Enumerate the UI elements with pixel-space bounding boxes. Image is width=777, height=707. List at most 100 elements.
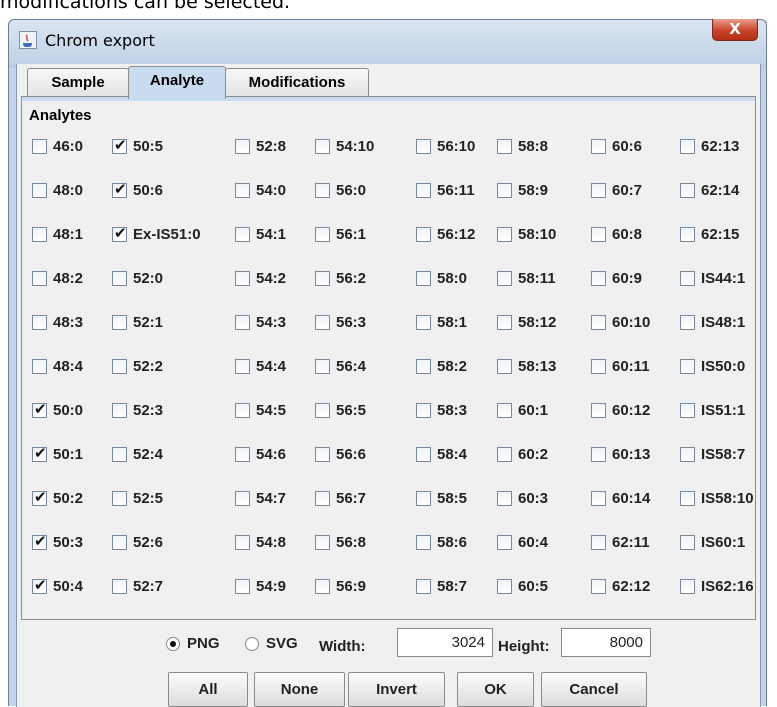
checkbox-indicator[interactable] xyxy=(235,358,250,374)
checkbox-indicator[interactable] xyxy=(497,358,512,374)
checkbox-indicator[interactable] xyxy=(112,224,127,242)
checkbox-indicator[interactable] xyxy=(416,270,431,286)
analyte-checkbox[interactable]: 62:13 xyxy=(680,134,739,158)
checkbox-indicator[interactable] xyxy=(497,446,512,462)
tab-analyte[interactable]: Analyte xyxy=(128,66,226,99)
analyte-checkbox[interactable]: 58:2 xyxy=(416,354,467,378)
analyte-checkbox[interactable]: 58:12 xyxy=(497,310,556,334)
checkbox-indicator[interactable] xyxy=(112,578,127,594)
checkbox-indicator[interactable] xyxy=(416,534,431,550)
analyte-checkbox[interactable]: 60:3 xyxy=(497,486,548,510)
close-icon[interactable]: X xyxy=(712,19,758,41)
analyte-checkbox[interactable]: 58:7 xyxy=(416,574,467,598)
checkbox-indicator[interactable] xyxy=(680,314,695,330)
analyte-checkbox[interactable]: 48:4 xyxy=(32,354,83,378)
checkbox-indicator[interactable] xyxy=(315,314,330,330)
checkbox-indicator[interactable] xyxy=(497,182,512,198)
height-input[interactable]: 8000 xyxy=(561,628,651,657)
checkbox-indicator[interactable] xyxy=(416,402,431,418)
analyte-checkbox[interactable]: 56:0 xyxy=(315,178,366,202)
analyte-checkbox[interactable]: 52:8 xyxy=(235,134,286,158)
checkbox-indicator[interactable] xyxy=(32,488,47,506)
all-button[interactable]: All xyxy=(168,672,248,707)
checkbox-indicator[interactable] xyxy=(591,534,606,550)
analyte-checkbox[interactable]: 58:1 xyxy=(416,310,467,334)
checkbox-indicator[interactable] xyxy=(416,138,431,154)
analyte-checkbox[interactable]: 50:5 xyxy=(112,134,163,158)
invert-button[interactable]: Invert xyxy=(348,672,445,707)
analyte-checkbox[interactable]: 54:2 xyxy=(235,266,286,290)
analyte-checkbox[interactable]: IS60:1 xyxy=(680,530,745,554)
analyte-checkbox[interactable]: 58:6 xyxy=(416,530,467,554)
analyte-checkbox[interactable]: 60:11 xyxy=(591,354,650,378)
png-radio-indicator[interactable] xyxy=(166,636,180,651)
checkbox-indicator[interactable] xyxy=(32,226,47,242)
analyte-checkbox[interactable]: 50:3 xyxy=(32,530,83,554)
analyte-checkbox[interactable]: 48:2 xyxy=(32,266,83,290)
checkbox-indicator[interactable] xyxy=(497,270,512,286)
analyte-checkbox[interactable]: 56:5 xyxy=(315,398,366,422)
checkbox-indicator[interactable] xyxy=(112,402,127,418)
checkbox-indicator[interactable] xyxy=(416,490,431,506)
checkbox-indicator[interactable] xyxy=(315,358,330,374)
analyte-checkbox[interactable]: 58:3 xyxy=(416,398,467,422)
analyte-checkbox[interactable]: 46:0 xyxy=(32,134,83,158)
analyte-checkbox[interactable]: 52:1 xyxy=(112,310,163,334)
tab-modifications[interactable]: Modifications xyxy=(225,68,369,98)
analyte-checkbox[interactable]: 60:12 xyxy=(591,398,650,422)
analyte-checkbox[interactable]: 50:4 xyxy=(32,574,83,598)
checkbox-indicator[interactable] xyxy=(497,578,512,594)
analyte-checkbox[interactable]: 54:6 xyxy=(235,442,286,466)
title-bar[interactable]: Chrom export X xyxy=(9,19,766,64)
analyte-checkbox[interactable]: 58:0 xyxy=(416,266,467,290)
analyte-checkbox[interactable]: 56:10 xyxy=(416,134,475,158)
checkbox-indicator[interactable] xyxy=(680,446,695,462)
analyte-checkbox[interactable]: 48:0 xyxy=(32,178,83,202)
analyte-checkbox[interactable]: 58:11 xyxy=(497,266,556,290)
analyte-checkbox[interactable]: 60:10 xyxy=(591,310,650,334)
analyte-checkbox[interactable]: 54:9 xyxy=(235,574,286,598)
analyte-checkbox[interactable]: 50:1 xyxy=(32,442,83,466)
checkbox-indicator[interactable] xyxy=(416,182,431,198)
cancel-button[interactable]: Cancel xyxy=(541,672,647,707)
analyte-checkbox[interactable]: 56:11 xyxy=(416,178,475,202)
analyte-checkbox[interactable]: 60:4 xyxy=(497,530,548,554)
checkbox-indicator[interactable] xyxy=(315,182,330,198)
analyte-checkbox[interactable]: 50:6 xyxy=(112,178,163,202)
checkbox-indicator[interactable] xyxy=(591,226,606,242)
checkbox-indicator[interactable] xyxy=(235,270,250,286)
checkbox-indicator[interactable] xyxy=(591,270,606,286)
analyte-checkbox[interactable]: 58:9 xyxy=(497,178,548,202)
analyte-checkbox[interactable]: 58:4 xyxy=(416,442,467,466)
checkbox-indicator[interactable] xyxy=(315,270,330,286)
checkbox-indicator[interactable] xyxy=(680,490,695,506)
analyte-checkbox[interactable]: 58:13 xyxy=(497,354,556,378)
checkbox-indicator[interactable] xyxy=(416,314,431,330)
analyte-checkbox[interactable]: IS62:16 xyxy=(680,574,754,598)
analyte-checkbox[interactable]: 48:1 xyxy=(32,222,83,246)
checkbox-indicator[interactable] xyxy=(591,402,606,418)
analyte-checkbox[interactable]: 56:6 xyxy=(315,442,366,466)
checkbox-indicator[interactable] xyxy=(235,138,250,154)
checkbox-indicator[interactable] xyxy=(112,314,127,330)
analyte-checkbox[interactable]: 60:2 xyxy=(497,442,548,466)
checkbox-indicator[interactable] xyxy=(112,446,127,462)
checkbox-indicator[interactable] xyxy=(680,402,695,418)
checkbox-indicator[interactable] xyxy=(416,358,431,374)
analyte-checkbox[interactable]: 54:0 xyxy=(235,178,286,202)
checkbox-indicator[interactable] xyxy=(315,446,330,462)
checkbox-indicator[interactable] xyxy=(315,138,330,154)
analyte-checkbox[interactable]: IS58:7 xyxy=(680,442,745,466)
analyte-checkbox[interactable]: 60:1 xyxy=(497,398,548,422)
checkbox-indicator[interactable] xyxy=(680,534,695,550)
analyte-checkbox[interactable]: 48:3 xyxy=(32,310,83,334)
analyte-checkbox[interactable]: 56:12 xyxy=(416,222,475,246)
checkbox-indicator[interactable] xyxy=(32,444,47,462)
analyte-checkbox[interactable]: 60:5 xyxy=(497,574,548,598)
svg-radio-indicator[interactable] xyxy=(245,636,259,651)
analyte-checkbox[interactable]: 54:7 xyxy=(235,486,286,510)
analyte-checkbox[interactable]: 60:14 xyxy=(591,486,650,510)
checkbox-indicator[interactable] xyxy=(235,182,250,198)
checkbox-indicator[interactable] xyxy=(497,490,512,506)
checkbox-indicator[interactable] xyxy=(32,358,47,374)
